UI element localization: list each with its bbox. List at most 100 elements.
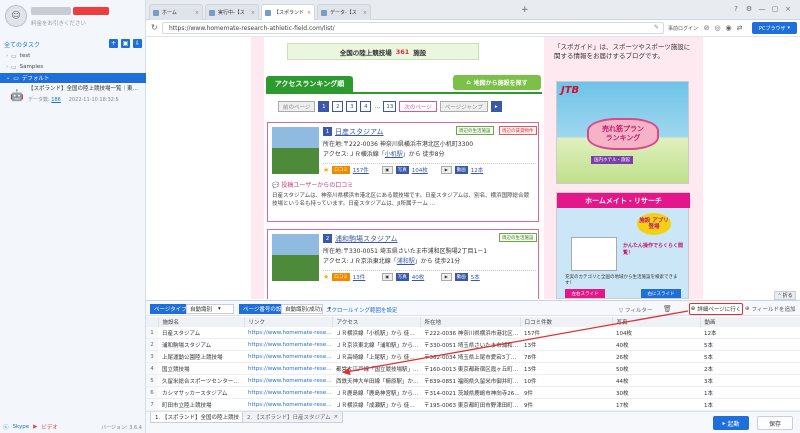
- table-row[interactable]: 4国立競技場https://www.homemate-research-ath.…: [146, 362, 800, 376]
- video-icon[interactable]: ▶: [33, 424, 37, 430]
- table-cell[interactable]: カシマサッカースタジアム: [158, 386, 244, 400]
- close-icon[interactable]: ×: [334, 414, 339, 420]
- table-cell[interactable]: 157件: [520, 327, 612, 340]
- url-input[interactable]: https://www.homemate-research-athletic-f…: [162, 22, 664, 34]
- table-cell[interactable]: https://www.homemate-research-ath...: [244, 327, 332, 340]
- task-count[interactable]: 186: [51, 97, 61, 103]
- station-link[interactable]: 小机駅: [385, 151, 403, 158]
- photo-count-link[interactable]: 104枚: [412, 166, 438, 174]
- column-header[interactable]: アクセス: [332, 317, 421, 327]
- close-icon[interactable]: ×: [251, 10, 255, 16]
- table-cell[interactable]: 13件: [520, 338, 612, 352]
- close-window-icon[interactable]: ×: [783, 4, 793, 14]
- close-icon[interactable]: ×: [363, 10, 367, 16]
- facility-name-link[interactable]: 浦和駒場スタジアム: [335, 234, 398, 244]
- table-cell[interactable]: 上尾運動公園陸上競技場: [158, 350, 244, 364]
- step-tab-2[interactable]: 2. 【スポランド】日産スタジアム ×: [242, 412, 344, 423]
- page-3-button[interactable]: 3: [346, 101, 358, 112]
- minimize-icon[interactable]: —: [757, 4, 767, 14]
- table-row[interactable]: 6 カシマサッカースタジアム https://www.homemate-resear…: [146, 386, 800, 400]
- nearby-rentals-tag[interactable]: 周辺の賃貸物件: [499, 126, 537, 135]
- facility-name-link[interactable]: 日産スタジアム: [335, 127, 384, 137]
- table-cell[interactable]: 26枚: [612, 350, 700, 364]
- table-row[interactable]: 1日産スタジアムhttps://www.homemate-research-at…: [146, 327, 800, 340]
- close-icon[interactable]: ×: [195, 10, 199, 16]
- folder-samples[interactable]: › ▭ Samples: [0, 62, 146, 72]
- table-cell[interactable]: 13件: [520, 362, 612, 376]
- page-last-button[interactable]: 13: [383, 101, 397, 112]
- table-cell[interactable]: 国立競技場: [158, 362, 244, 376]
- table-cell[interactable]: ＪＲ横浜線「小机駅」から 徒歩8分: [332, 327, 420, 340]
- table-cell[interactable]: 〒330-0051 埼玉県さいたま市浦和区駒場2丁目1－1: [420, 338, 520, 352]
- video-count-link[interactable]: 5本: [471, 273, 497, 281]
- scroll-range-link[interactable]: スクロールイング範囲を設定: [326, 306, 398, 314]
- pc-browser-button[interactable]: PCブラウザ ▾: [752, 22, 797, 34]
- table-row[interactable]: 3上尾運動公園陸上競技場https://www.homemate-researc…: [146, 350, 800, 364]
- table-cell[interactable]: ＪＲ横浜線「成瀬駅」から 徒歩23分: [332, 398, 420, 411]
- table-cell[interactable]: 1本: [700, 398, 800, 411]
- station-link[interactable]: 浦和駅: [397, 258, 415, 265]
- nearby-facilities-tag[interactable]: 周辺の生活施設: [499, 233, 537, 242]
- table-cell[interactable]: https://www.homemate-research-ath...: [244, 386, 332, 400]
- table-cell[interactable]: https://www.homemate-research-ath...: [244, 374, 332, 388]
- table-cell[interactable]: 〒222-0036 神奈川県横浜市港北区小机町3300: [420, 327, 520, 340]
- page-1-button[interactable]: 1: [318, 101, 330, 112]
- table-cell[interactable]: 17枚: [612, 398, 700, 411]
- table-cell[interactable]: 浦和駒場スタジアム: [158, 338, 244, 352]
- skype-link[interactable]: Skype: [13, 424, 30, 430]
- nearby-facilities-tag[interactable]: 周辺の生活施設: [456, 126, 494, 135]
- folder-default[interactable]: ⌄ ▭ デフォルト: [0, 73, 146, 83]
- photo-count-link[interactable]: 40枚: [412, 273, 438, 281]
- table-cell[interactable]: 久留米総合スポーツセンター陸上競技場: [158, 374, 244, 388]
- page-jump-button[interactable]: ページジャンプ: [439, 101, 488, 112]
- table-row[interactable]: 7町田市立陸上競技場https://www.homemate-research-…: [146, 398, 800, 411]
- video-link[interactable]: ビデオ: [41, 423, 58, 431]
- new-task-icon[interactable]: +: [109, 39, 118, 48]
- column-header[interactable]: 施設名: [158, 317, 245, 327]
- filter-button[interactable]: ▽ フィルター: [619, 306, 652, 314]
- table-row[interactable]: 2浦和駒場スタジアムhttps://www.homemate-research-…: [146, 338, 800, 352]
- column-header[interactable]: 動画: [700, 317, 800, 327]
- import-icon[interactable]: ⇩: [133, 39, 142, 48]
- step-tab-1[interactable]: 1. 【スポランド】全国の陸上競技 ×: [150, 412, 252, 423]
- all-tasks-label[interactable]: 全てのタスク: [4, 40, 40, 49]
- avatar[interactable]: ☺: [5, 5, 27, 27]
- tab-running[interactable]: 実行中-【ス ×: [205, 4, 259, 20]
- tab-sporand[interactable]: 【スポランド ×: [261, 4, 315, 20]
- table-cell[interactable]: 50枚: [612, 362, 700, 376]
- table-cell[interactable]: https://www.homemate-research-ath...: [244, 350, 332, 364]
- skype-icon[interactable]: ⓢ: [3, 423, 9, 431]
- table-cell[interactable]: 都営大江戸線「国立競技場駅」から 徒歩1分: [332, 362, 420, 376]
- facility-photo[interactable]: [272, 234, 319, 281]
- table-cell[interactable]: 40枚: [612, 338, 700, 352]
- table-cell[interactable]: 5本: [700, 350, 800, 364]
- review-count-link[interactable]: 13件: [353, 273, 379, 281]
- table-cell[interactable]: ＪＲ鹿島線「鹿島神宮駅」から 徒歩4分: [332, 386, 420, 400]
- start-button[interactable]: ▸ 起動: [713, 416, 749, 430]
- page-2-button[interactable]: 2: [332, 101, 344, 112]
- cookie-icon[interactable]: ◎: [713, 23, 722, 33]
- share-icon[interactable]: ⇄: [735, 23, 744, 33]
- block-icon[interactable]: ⊘: [702, 23, 711, 33]
- table-cell[interactable]: 1本: [700, 386, 800, 400]
- help-icon[interactable]: ?: [731, 4, 741, 14]
- table-cell[interactable]: 〒160-0013 東京都新宿区霞ヶ丘町10－1: [420, 362, 520, 376]
- map-search-button[interactable]: ⌂ 地図から施設を探す: [453, 75, 541, 90]
- table-cell[interactable]: https://www.homemate-research-ath...: [244, 362, 332, 376]
- ranking-tab[interactable]: アクセスランキング順: [266, 76, 353, 92]
- tab-home[interactable]: ホーム ×: [149, 4, 203, 20]
- folder-test[interactable]: › ▭ test: [0, 51, 146, 61]
- table-cell[interactable]: 9件: [520, 398, 612, 411]
- facility-photo[interactable]: [272, 127, 319, 174]
- table-cell[interactable]: 2本: [700, 362, 800, 376]
- table-cell[interactable]: 町田市立陸上競技場: [158, 398, 244, 411]
- table-cell[interactable]: 10件: [520, 374, 612, 388]
- prelogin-button[interactable]: 事前ログイン: [668, 25, 698, 32]
- new-folder-icon[interactable]: ▣: [121, 39, 130, 48]
- close-icon[interactable]: ×: [307, 10, 311, 16]
- table-cell[interactable]: 〒362-0034 埼玉県上尾市愛宕3丁目28－1: [420, 350, 520, 364]
- table-cell[interactable]: ＪＲ高崎線「上尾駅」から 徒歩30分: [332, 350, 420, 364]
- prev-page-button[interactable]: 前のページ: [278, 101, 316, 112]
- save-button[interactable]: 保存: [757, 416, 793, 430]
- column-header[interactable]: 口コミ件数: [520, 317, 613, 327]
